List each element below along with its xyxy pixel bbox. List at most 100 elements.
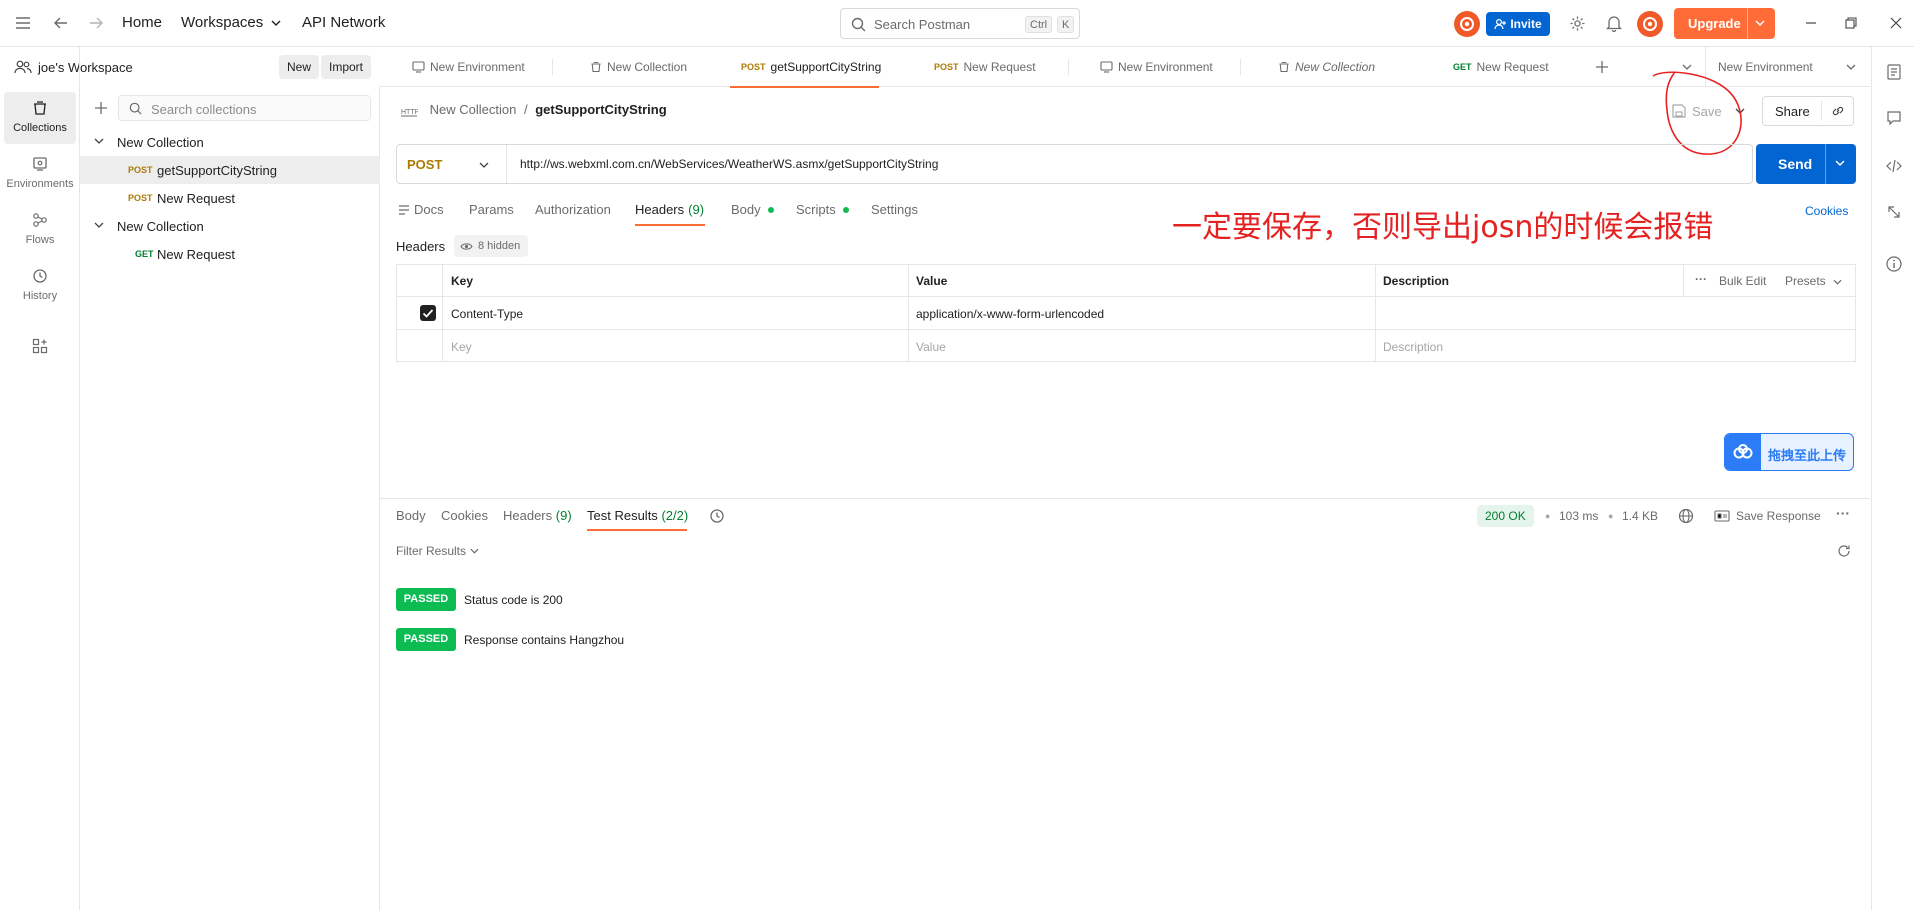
tab-params[interactable]: Params <box>469 202 514 217</box>
tab-environment[interactable]: New Environment <box>412 47 552 87</box>
hamburger-menu-icon[interactable] <box>12 12 34 34</box>
api-network-link[interactable]: API Network <box>302 14 385 31</box>
url-input[interactable]: http://ws.webxml.com.cn/WebServices/Weat… <box>520 157 938 171</box>
tree-collection[interactable]: New Collection <box>80 128 380 156</box>
chevron-down-icon[interactable] <box>1834 157 1846 169</box>
header-key-cell[interactable]: Content-Type <box>451 307 523 321</box>
save-response-button[interactable]: Save Response <box>1714 509 1821 523</box>
tree-request[interactable]: POST getSupportCityString <box>80 156 380 184</box>
hidden-headers-toggle[interactable]: 8 hidden <box>454 235 529 257</box>
chevron-down-icon[interactable] <box>1754 17 1766 29</box>
notifications-bell-icon[interactable] <box>1603 12 1625 34</box>
tree-collection[interactable]: New Collection <box>80 212 380 240</box>
import-button[interactable]: Import <box>321 55 372 79</box>
tab-environment[interactable]: New Environment <box>1100 47 1240 87</box>
environments-icon <box>33 157 47 171</box>
method-tag: POST <box>128 193 153 203</box>
response-tab-headers[interactable]: Headers (9) <box>503 508 572 523</box>
rail-item-collections[interactable]: Collections <box>4 92 76 144</box>
breadcrumb-current[interactable]: getSupportCityString <box>535 102 666 117</box>
tree-request[interactable]: POST New Request <box>80 184 380 212</box>
settings-gear-icon[interactable] <box>1566 12 1588 34</box>
home-link[interactable]: Home <box>122 14 162 31</box>
team-avatar[interactable] <box>1454 11 1480 37</box>
rail-item-flows[interactable]: Flows <box>4 204 76 256</box>
tab-scripts[interactable]: Scripts <box>796 202 849 217</box>
add-collection-icon[interactable] <box>94 101 108 115</box>
invite-button[interactable]: Invite <box>1486 12 1550 36</box>
new-value-input[interactable]: Value <box>916 340 946 354</box>
left-nav-rail: Collections Environments Flows History <box>0 47 80 910</box>
tab-label: New Collection <box>1295 60 1376 74</box>
info-icon[interactable] <box>1885 255 1903 273</box>
tab-collection[interactable]: New Collection <box>590 47 730 87</box>
configure-sidebar-icon[interactable] <box>32 338 48 354</box>
presets-dropdown[interactable]: Presets <box>1785 274 1842 288</box>
new-tab-plus-icon[interactable] <box>1596 61 1608 73</box>
method-select[interactable]: POST <box>397 145 507 183</box>
docs-icon <box>399 204 409 215</box>
share-button[interactable]: Share <box>1762 96 1854 126</box>
tab-request-active[interactable]: POST getSupportCityString <box>730 47 881 88</box>
send-button[interactable]: Send <box>1756 144 1856 184</box>
tab-body[interactable]: Body <box>731 202 774 217</box>
workspaces-menu[interactable]: Workspaces <box>181 14 281 31</box>
chevron-down-icon[interactable] <box>94 220 104 230</box>
column-header-value: Value <box>916 274 948 288</box>
active-tab-indicator <box>635 224 705 226</box>
global-search-input[interactable]: Search Postman Ctrl K <box>840 8 1080 39</box>
code-snippet-icon[interactable] <box>1885 157 1903 175</box>
collections-search-input[interactable]: Search collections <box>118 95 371 121</box>
response-more-icon[interactable]: ··· <box>1836 505 1850 521</box>
status-badge[interactable]: 200 OK <box>1477 505 1534 527</box>
new-description-input[interactable]: Description <box>1383 340 1443 354</box>
response-size[interactable]: 1.4 KB <box>1622 509 1658 523</box>
response-tab-test-results[interactable]: Test Results (2/2) <box>587 508 688 523</box>
header-value-cell[interactable]: application/x-www-form-urlencoded <box>916 307 1104 321</box>
globe-icon[interactable] <box>1678 508 1694 524</box>
more-options-icon[interactable]: ··· <box>1695 272 1707 286</box>
upgrade-button[interactable]: Upgrade <box>1674 8 1775 39</box>
tab-authorization[interactable]: Authorization <box>535 202 611 217</box>
response-history-icon[interactable] <box>709 508 725 524</box>
upgrade-divider <box>1747 8 1748 39</box>
chevron-down-icon[interactable] <box>94 136 104 146</box>
tree-request[interactable]: GET New Request <box>80 240 380 268</box>
documentation-icon[interactable] <box>1885 63 1903 81</box>
new-key-input[interactable]: Key <box>451 340 472 354</box>
related-collections-icon[interactable] <box>1885 203 1903 221</box>
drag-upload-widget[interactable]: 拖拽至此上传 <box>1724 433 1854 471</box>
response-time[interactable]: 103 ms <box>1559 509 1598 523</box>
filter-results-dropdown[interactable]: Filter Results <box>396 544 479 558</box>
cookies-link[interactable]: Cookies <box>1805 204 1848 218</box>
right-context-rail <box>1871 47 1914 910</box>
tab-collection[interactable]: New Collection <box>1278 47 1418 87</box>
tab-request[interactable]: GET New Request <box>1453 47 1593 87</box>
chevron-down-icon <box>271 20 281 27</box>
bulk-edit-button[interactable]: Bulk Edit <box>1719 274 1766 288</box>
refresh-icon[interactable] <box>1837 544 1851 558</box>
method-tag: GET <box>135 249 154 259</box>
breadcrumb-parent[interactable]: New Collection <box>430 102 517 117</box>
tab-settings[interactable]: Settings <box>871 202 918 217</box>
tab-docs[interactable]: Docs <box>398 202 444 217</box>
new-button[interactable]: New <box>279 55 320 79</box>
tab-headers[interactable]: Headers (9) <box>635 202 704 217</box>
comments-icon[interactable] <box>1885 109 1903 127</box>
tab-label: New Environment <box>430 60 525 74</box>
window-restore-icon[interactable] <box>1840 12 1862 34</box>
forward-arrow-icon[interactable] <box>85 12 107 34</box>
rail-item-history[interactable]: History <box>4 260 76 312</box>
copy-link-icon[interactable] <box>1831 104 1845 118</box>
response-tab-body[interactable]: Body <box>396 508 426 523</box>
back-arrow-icon[interactable] <box>50 12 72 34</box>
filter-label: Filter Results <box>396 544 467 558</box>
rail-item-environments[interactable]: Environments <box>4 148 76 200</box>
tab-request[interactable]: POST New Request <box>934 47 1074 87</box>
window-close-icon[interactable] <box>1885 12 1907 34</box>
header-enabled-checkbox[interactable] <box>420 305 436 321</box>
window-minimize-icon[interactable] <box>1800 12 1822 34</box>
http-request-icon: HTTP <box>401 109 418 117</box>
user-avatar[interactable] <box>1637 11 1663 37</box>
response-tab-cookies[interactable]: Cookies <box>441 508 488 523</box>
